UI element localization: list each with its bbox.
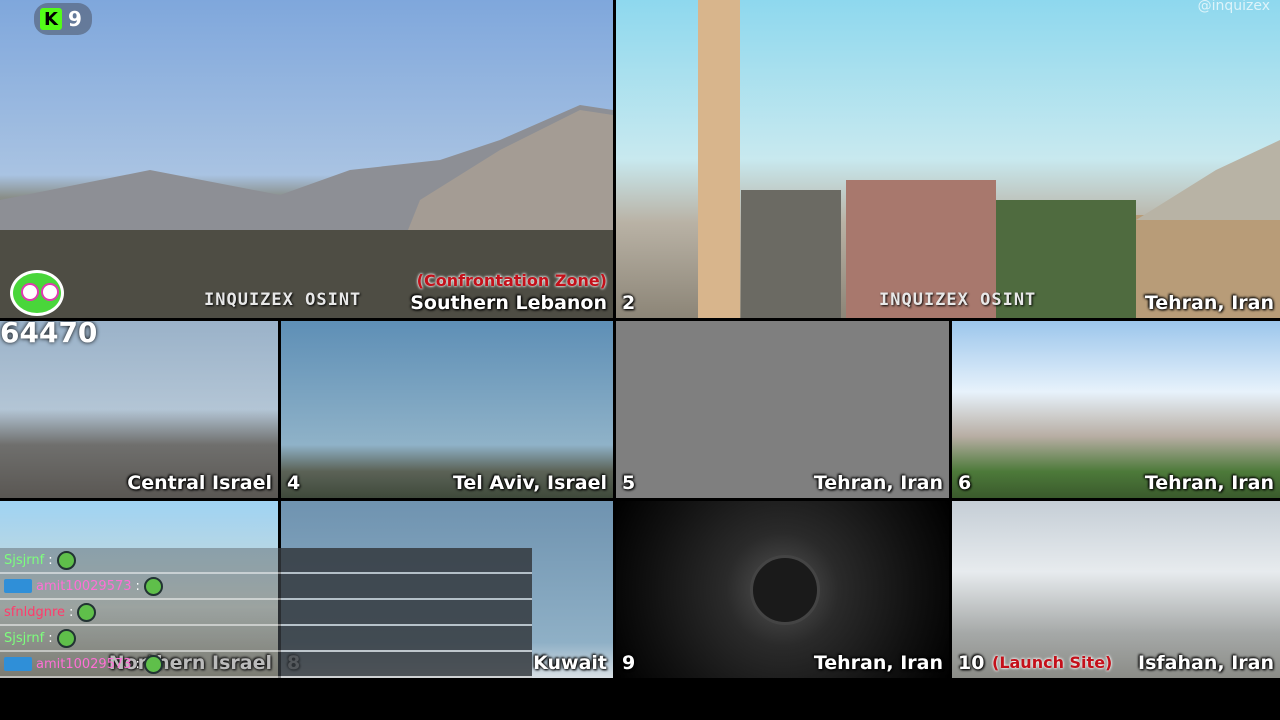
chat-colon: : [135,656,140,672]
camera-location: Tehran, Iran [813,472,943,494]
chat-message: Sjsjrnf: [0,626,532,652]
subscriber-badge-icon [4,579,32,593]
emote-icon [56,628,76,648]
chat-row-backdrop [278,626,532,650]
chat-colon: : [69,604,74,620]
chat-message: Sjsjrnf: [0,548,532,574]
camera-number: 4 [287,472,301,494]
chat-username[interactable]: Sjsjrnf [4,631,44,646]
city-skyline [698,0,1280,318]
camera-location: Central Israel [127,472,272,494]
chat-row-backdrop [278,600,532,624]
camera-lens [750,555,820,625]
chat-username[interactable]: amit10029573 [36,657,132,672]
chat-overlay: Sjsjrnf: amit10029573: sfnldgnre: Sjsjrnf: a… [0,548,532,678]
mascot-icon [10,270,64,316]
chat-username[interactable]: amit10029573 [36,579,132,594]
camera-tile-2[interactable]: INQUIZEX OSINT 2 Tehran, Iran @inquizex [616,0,1280,318]
camera-number: 6 [958,472,972,494]
chat-colon: : [135,578,140,594]
camera-tile-4[interactable]: 4 Tel Aviv, Israel [281,321,613,498]
zone-tag: (Launch Site) [992,653,1113,672]
chat-colon: : [48,630,53,646]
camera-tile-9[interactable]: 9 Tehran, Iran [616,501,949,678]
subscriber-badge-icon [4,657,32,671]
emote-icon [143,576,163,596]
zone-tag: (Confrontation Zone) [416,271,607,290]
watermark: INQUIZEX OSINT [879,290,1037,310]
watermark: INQUIZEX OSINT [204,290,362,310]
top-right-watermark: @inquizex [1197,0,1270,14]
camera-number: 2 [622,292,636,314]
chat-row-backdrop [278,574,532,598]
chat-message: amit10029573: [0,652,532,678]
chat-row-backdrop [278,548,532,572]
viewer-count: 9 [68,7,82,31]
camera-tile-1[interactable]: INQUIZEX OSINT (Confrontation Zone) Sout… [0,0,613,318]
camera-location: Isfahan, Iran [1138,652,1274,674]
emote-icon [143,654,163,674]
camera-location: Southern Lebanon [410,292,607,314]
viewer-badge: K 9 [34,3,92,35]
chat-message: sfnldgnre: [0,600,532,626]
emote-icon [77,602,97,622]
kick-logo-icon: K [40,8,62,30]
chat-colon: : [48,552,53,568]
chat-username[interactable]: sfnldgnre [4,605,65,620]
camera-location: Tehran, Iran [813,652,943,674]
camera-location: Tel Aviv, Israel [452,472,607,494]
camera-location: Kuwait [533,652,607,674]
camera-number: 10 [958,652,985,674]
chat-message: amit10029573: [0,574,532,600]
camera-tile-5[interactable]: 5 Tehran, Iran [616,321,949,498]
follower-counter: 64470 [0,316,98,349]
camera-location: Tehran, Iran [1144,292,1274,314]
camera-tile-10[interactable]: 10 (Launch Site) Isfahan, Iran [952,501,1280,678]
chat-row-backdrop [278,652,532,676]
camera-number: 5 [622,472,636,494]
camera-number: 9 [622,652,636,674]
camera-location: Tehran, Iran [1144,472,1274,494]
chat-username[interactable]: Sjsjrnf [4,553,44,568]
camera-tile-6[interactable]: 6 Tehran, Iran [952,321,1280,498]
emote-icon [56,550,76,570]
